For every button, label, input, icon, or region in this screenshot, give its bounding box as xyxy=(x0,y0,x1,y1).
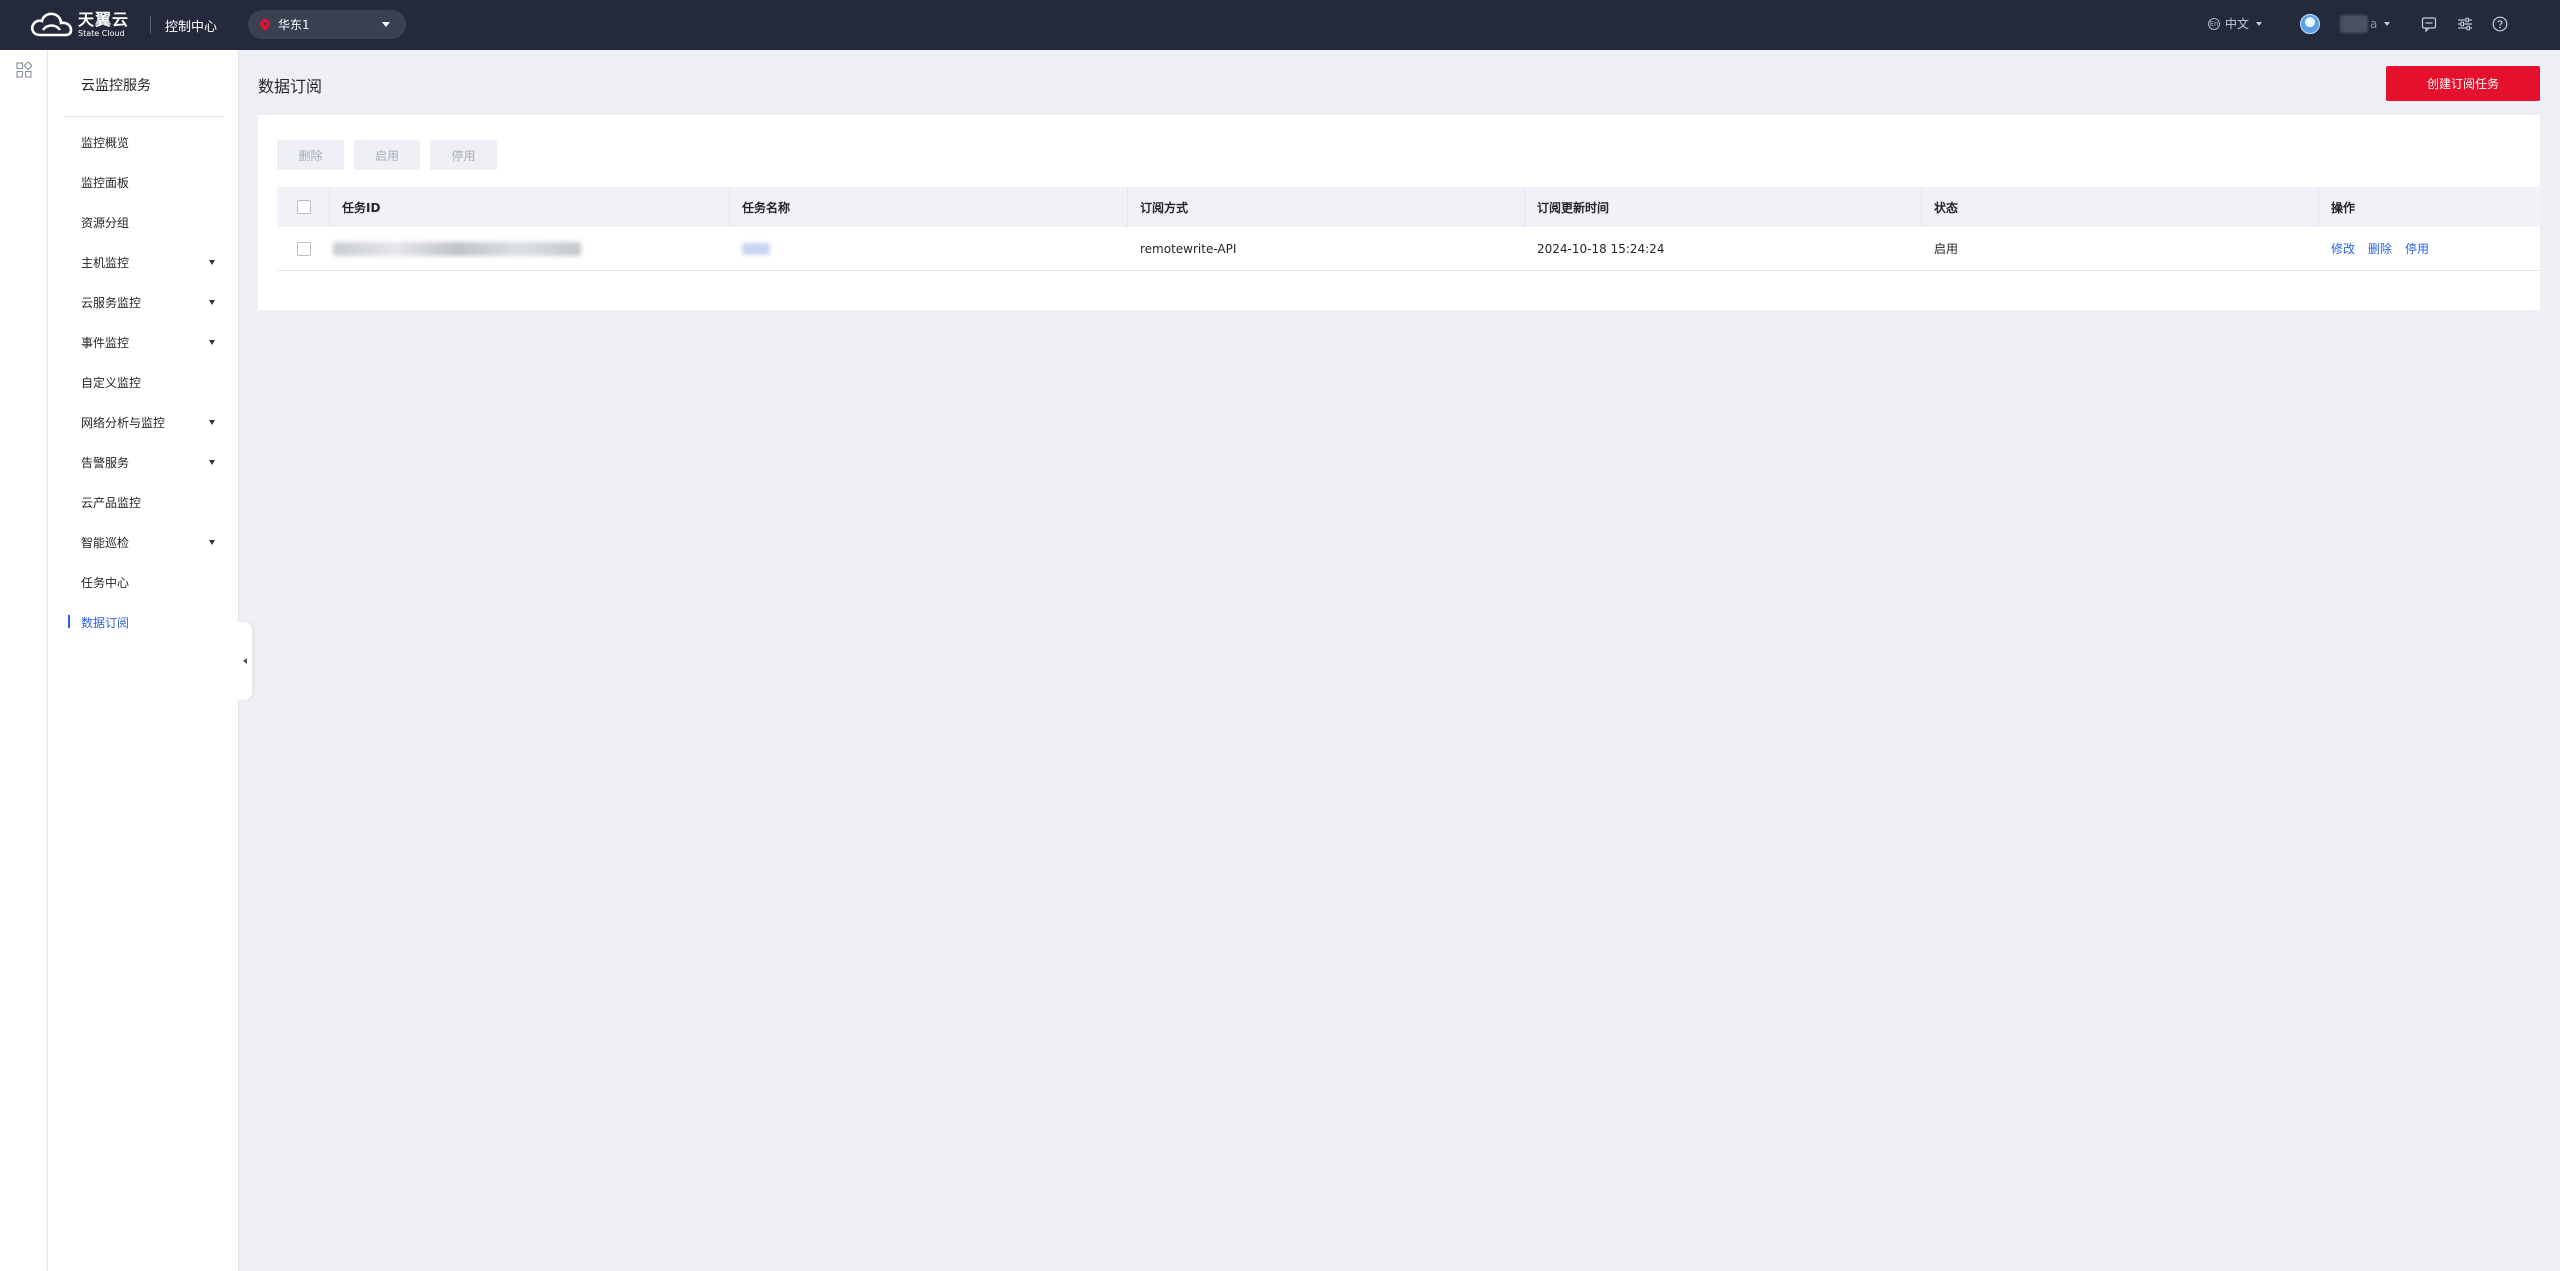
sidebar-item-cloud-product-monitoring[interactable]: 云产品监控 xyxy=(48,490,239,514)
caret-down-icon xyxy=(209,260,215,265)
column-header-task-id: 任务ID xyxy=(342,200,381,215)
sidebar-collapse-handle[interactable] xyxy=(238,622,252,700)
region-select[interactable]: 华东1 xyxy=(248,10,406,39)
sidebar-item-monitor-dashboard[interactable]: 监控面板 xyxy=(48,170,239,194)
caret-down-icon xyxy=(209,300,215,305)
caret-down-icon xyxy=(209,540,215,545)
batch-delete-button[interactable]: 删除 xyxy=(277,140,344,170)
topbar-divider xyxy=(150,16,151,34)
content-panel: 删除 启用 停用 任务ID 任务名称 订阅方式 订阅更新时间 状态 操作 rem… xyxy=(258,115,2541,310)
column-header-task-name: 任务名称 xyxy=(742,200,791,215)
help-icon[interactable] xyxy=(2492,16,2508,32)
location-pin-icon xyxy=(260,18,270,31)
column-header-actions: 操作 xyxy=(2331,200,2356,215)
cloud-logo-icon xyxy=(30,12,73,37)
chevron-down-icon xyxy=(2384,22,2391,26)
task-id-cell xyxy=(333,227,581,270)
sidebar-item-label: 事件监控 xyxy=(81,335,130,350)
table-row: remotewrite-API 2024-10-18 15:24:24 启用 修… xyxy=(277,227,2541,271)
region-label: 华东1 xyxy=(278,18,310,32)
sidebar-item-alarm-service[interactable]: 告警服务 xyxy=(48,450,239,474)
sidebar-item-custom-monitoring[interactable]: 自定义监控 xyxy=(48,370,239,394)
sidebar-item-label: 主机监控 xyxy=(81,255,130,270)
sidebar-item-label: 资源分组 xyxy=(81,215,130,230)
sidebar-divider xyxy=(64,116,224,117)
sidebar-item-label: 任务中心 xyxy=(81,575,130,590)
column-separator xyxy=(1921,187,1922,227)
user-menu[interactable]: a xyxy=(2340,15,2391,33)
sidebar-item-host-monitoring[interactable]: 主机监控 xyxy=(48,250,239,274)
sidebar-item-monitor-overview[interactable]: 监控概览 xyxy=(48,130,239,154)
status-cell: 启用 xyxy=(1934,242,1959,256)
chevron-left-icon xyxy=(243,658,247,664)
actions-cell: 修改 删除 停用 xyxy=(2331,227,2442,270)
subscription-method-cell: remotewrite-API xyxy=(1140,241,1237,256)
language-label: 中文 xyxy=(2225,17,2250,31)
edit-link[interactable]: 修改 xyxy=(2331,240,2355,257)
sidebar-item-label: 自定义监控 xyxy=(81,375,142,390)
create-subscription-task-button[interactable]: 创建订阅任务 xyxy=(2386,66,2540,101)
sidebar-item-task-center[interactable]: 任务中心 xyxy=(48,570,239,594)
column-separator xyxy=(1524,187,1525,227)
row-select-checkbox[interactable] xyxy=(297,242,311,256)
column-separator xyxy=(729,187,730,227)
column-separator xyxy=(1127,187,1128,227)
top-navigation-bar: 天翼云 State Cloud 控制中心 华东1 En 中文 a xyxy=(0,0,2560,50)
language-switcher[interactable]: En 中文 xyxy=(2208,15,2263,32)
sidebar-item-label: 云产品监控 xyxy=(81,495,142,510)
sidebar-item-label: 告警服务 xyxy=(81,455,130,470)
sidebar-item-label: 智能巡检 xyxy=(81,535,130,550)
settings-sliders-icon[interactable] xyxy=(2457,16,2473,32)
sidebar-item-network-analysis[interactable]: 网络分析与监控 xyxy=(48,410,239,434)
column-header-update-time: 订阅更新时间 xyxy=(1537,200,1610,215)
update-time-cell: 2024-10-18 15:24:24 xyxy=(1537,241,1665,256)
sidebar-item-label: 监控概览 xyxy=(81,135,130,150)
page-title: 数据订阅 xyxy=(258,77,323,96)
sidebar-item-resource-group[interactable]: 资源分组 xyxy=(48,210,239,234)
sidebar-item-label: 监控面板 xyxy=(81,175,130,190)
sidebar-item-smart-inspection[interactable]: 智能巡检 xyxy=(48,530,239,554)
sidebar-item-data-subscription[interactable]: 数据订阅 xyxy=(48,610,239,634)
message-icon[interactable] xyxy=(2421,16,2437,32)
select-all-checkbox[interactable] xyxy=(297,200,311,214)
sidebar-item-label: 网络分析与监控 xyxy=(81,415,166,430)
user-avatar[interactable] xyxy=(2300,14,2320,34)
batch-disable-button[interactable]: 停用 xyxy=(430,140,497,170)
table-header: 任务ID 任务名称 订阅方式 订阅更新时间 状态 操作 xyxy=(277,187,2541,227)
sidebar-title: 云监控服务 xyxy=(81,78,151,94)
sidebar-item-label: 云服务监控 xyxy=(81,295,142,310)
left-icon-rail xyxy=(0,50,48,1271)
logo-english-text: State Cloud xyxy=(78,29,125,38)
batch-enable-button[interactable]: 启用 xyxy=(354,140,420,170)
caret-down-icon xyxy=(209,340,215,345)
column-header-subscription-method: 订阅方式 xyxy=(1140,200,1189,215)
task-name-redacted xyxy=(742,242,770,255)
disable-link[interactable]: 停用 xyxy=(2405,240,2429,257)
caret-down-icon xyxy=(209,420,215,425)
task-id-redacted xyxy=(333,241,581,256)
sidebar-item-event-monitoring[interactable]: 事件监控 xyxy=(48,330,239,354)
language-icon: En xyxy=(2208,17,2220,30)
brand-logo[interactable]: 天翼云 State Cloud xyxy=(30,10,130,40)
sidebar: 云监控服务 监控概览 监控面板 资源分组 主机监控 云服务监控 事件监控 自定义… xyxy=(48,50,239,1271)
column-header-status: 状态 xyxy=(1934,200,1959,215)
chevron-down-icon xyxy=(2256,21,2263,26)
chevron-down-icon xyxy=(382,22,390,27)
task-name-cell xyxy=(742,227,770,270)
username-redacted xyxy=(2340,15,2368,33)
username-suffix: a xyxy=(2370,17,2378,31)
logo-chinese-text: 天翼云 xyxy=(78,10,130,29)
sidebar-item-cloud-service-monitoring[interactable]: 云服务监控 xyxy=(48,290,239,314)
delete-link[interactable]: 删除 xyxy=(2368,240,2392,257)
console-title[interactable]: 控制中心 xyxy=(165,16,217,35)
sidebar-item-label: 数据订阅 xyxy=(81,615,130,630)
app-grid-icon[interactable] xyxy=(16,62,32,78)
column-separator xyxy=(2318,187,2319,227)
caret-down-icon xyxy=(209,460,215,465)
column-separator xyxy=(329,187,330,227)
